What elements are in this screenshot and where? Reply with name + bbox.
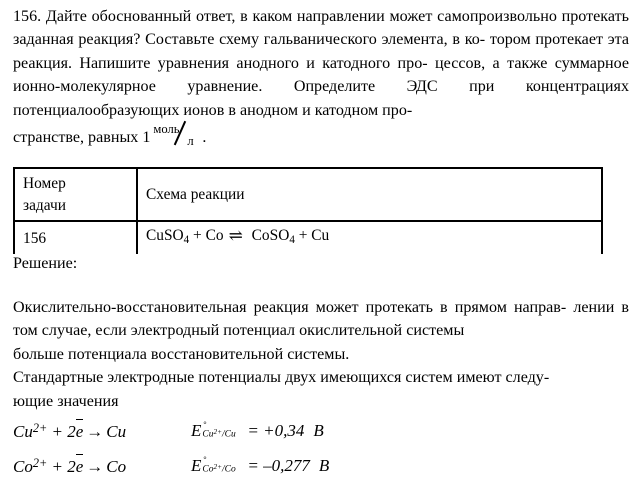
problem-period: . [202,129,207,147]
reactant1-formula: CuSO [146,227,184,245]
potential-symbol-cobalt: E ° Co2+/Co [191,455,236,476]
problem-last-line: странстве, равных 1 моль л. [13,120,629,150]
potential-unit-copper: В [313,421,324,440]
electron-coefficient-cobalt: 2 [67,457,76,477]
reactant1-subscript: 4 [183,233,190,246]
electron-symbol-cobalt: e [75,454,84,477]
half-reaction-cobalt: Co2+ + 2e → Co [13,454,188,477]
solution-paragraph-1: Окислительно-восстановительная реакция м… [13,296,629,366]
table-row: 156 CuSO4 + Co ⇌ CoSO4 + Cu [13,220,603,254]
product1-formula: CoSO [251,227,290,245]
standard-potentials-equations: Cu2+ + 2e → Cu E ° Cu2+/Cu = +0,34 В Co2+ + 2e… [13,419,613,491]
task-table: Номер задачи Схема реакции 156 CuSO4 + C… [13,167,603,254]
subscript-species-copper: Cu [202,429,214,440]
fraction-mol-per-liter: моль л [153,120,201,148]
subscript-species-cobalt: Co [202,464,214,475]
solution-p1-line1: Окислительно-восстановительная реакция м… [13,299,567,316]
cobalt-metal-product: Co [106,457,127,477]
potential-symbol-copper: E ° Cu2+/Cu [191,420,236,441]
potential-E-copper: E [191,421,202,440]
potential-subscript-copper: Cu2+/Cu [202,428,235,440]
table-cell-task-number: 156 [13,220,138,254]
equation-row-copper: Cu2+ + 2e → Cu E ° Cu2+/Cu = +0,34 В [13,419,613,456]
equals-sign-copper: = [247,421,259,440]
problem-statement: 156. Дайте обоснованный ответ, в каком н… [13,5,629,150]
equals-sign-cobalt: = [247,456,259,475]
electron-symbol-copper: e [75,419,84,442]
problem-line-1: 156. Дайте обоснованный ответ, в каком н… [13,8,557,25]
copper-ion-charge: 2+ [32,421,48,435]
potential-value-cobalt: –0,277 [263,456,310,475]
solution-label: Решение: [13,255,78,272]
subscript-charge-cobalt: 2+ [213,462,222,471]
plus-sign-2: + [298,227,308,245]
potential-value-copper: +0,34 [263,421,305,440]
copper-metal-product: Cu [106,422,127,442]
subscript-slash-copper: /Cu [221,429,236,440]
fraction-denominator: л [187,133,194,148]
cobalt-ion-symbol: Co [13,457,33,477]
solution-p2-line1: Стандартные электродные потенциалы двух … [13,369,550,387]
product1-subscript: 4 [289,233,295,246]
equation-row-cobalt: Co2+ + 2e → Co E ° Co2+/Co = –0,277 В [13,454,613,491]
product-cobalt-sulfate: CoSO4 [251,227,295,246]
subscript-charge-copper: 2+ [213,427,222,436]
potential-unit-cobalt: В [318,456,330,475]
plus-sign-cobalt: + [51,457,63,477]
potential-equals-cobalt: = –0,277 В [247,456,329,476]
solution-body: Окислительно-восстановительная реакция м… [13,296,629,413]
subscript-slash-cobalt: /Co [221,464,236,475]
right-arrow-icon-copper: → [86,422,104,442]
document-page: 156. Дайте обоснованный ответ, в каком н… [0,0,642,501]
solution-paragraph-2: Стандартные электродные потенциалы двух … [13,366,629,413]
half-reaction-copper: Cu2+ + 2e → Cu [13,419,188,442]
table-header-task-number-line2: задачи [23,196,66,214]
potential-equals-copper: = +0,34 В [247,421,323,441]
reactant-copper-sulfate: CuSO4 [146,227,190,246]
table-header-task-number: Номер задачи [13,167,138,221]
product-copper: Cu [311,227,330,245]
electron-coefficient-copper: 2 [67,422,76,442]
plus-sign-1: + [193,227,202,245]
solution-p1-line3: больше потенциала восстановительной сист… [13,345,350,363]
table-cell-reaction: CuSO4 + Co ⇌ CoSO4 + Cu [136,220,603,254]
equilibrium-arrow-icon: ⇌ [228,226,243,246]
cobalt-ion-charge: 2+ [32,456,48,470]
plus-sign-copper: + [51,422,63,442]
table-header-task-number-line1: Номер [23,175,66,192]
potential-E-cobalt: E [191,456,202,475]
solution-p2-line2: ющие значения [13,392,119,410]
right-arrow-icon-cobalt: → [86,457,104,477]
problem-line-6-prefix: странстве, равных 1 [13,129,151,147]
table-header-reaction-scheme: Схема реакции [136,167,603,221]
potential-subscript-cobalt: Co2+/Co [202,463,235,475]
potential-cobalt: E ° Co2+/Co = –0,277 В [191,455,329,476]
table-header-row: Номер задачи Схема реакции [13,167,603,221]
copper-ion-symbol: Cu [13,422,33,442]
potential-copper: E ° Cu2+/Cu = +0,34 В [191,420,324,441]
reactant-cobalt: Co [205,227,224,245]
